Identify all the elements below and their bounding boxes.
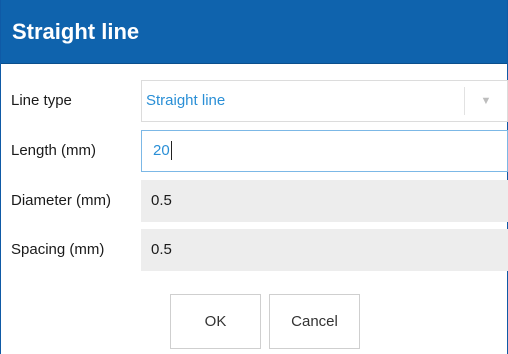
spacing-row: Spacing (mm) 0.5 xyxy=(1,229,508,271)
ok-button[interactable]: OK xyxy=(170,294,261,349)
line-type-value: Straight line xyxy=(146,92,226,109)
length-row: Length (mm) 20 xyxy=(1,130,508,172)
diameter-value: 0.5 xyxy=(151,192,172,209)
length-label: Length (mm) xyxy=(11,142,97,159)
diameter-field[interactable]: 0.5 xyxy=(141,180,508,222)
length-value: 20 xyxy=(153,142,170,159)
line-type-select[interactable]: Straight line ▼ xyxy=(141,80,508,122)
dialog-title: Straight line xyxy=(12,18,140,44)
diameter-row: Diameter (mm) 0.5 xyxy=(1,180,508,222)
line-type-row: Line type Straight line ▼ xyxy=(1,80,508,122)
spacing-label: Spacing (mm) xyxy=(11,241,105,258)
line-type-label: Line type xyxy=(11,92,72,109)
chevron-down-icon[interactable]: ▼ xyxy=(465,81,507,121)
cancel-button[interactable]: Cancel xyxy=(269,294,360,349)
dialog-title-bar: Straight line xyxy=(1,0,507,64)
length-input[interactable]: 20 xyxy=(141,130,508,172)
spacing-field[interactable]: 0.5 xyxy=(141,229,508,271)
text-cursor xyxy=(170,140,172,160)
diameter-label: Diameter (mm) xyxy=(11,192,111,209)
straight-line-dialog: Straight line Line type Straight line ▼ … xyxy=(0,0,508,354)
spacing-value: 0.5 xyxy=(151,241,172,258)
